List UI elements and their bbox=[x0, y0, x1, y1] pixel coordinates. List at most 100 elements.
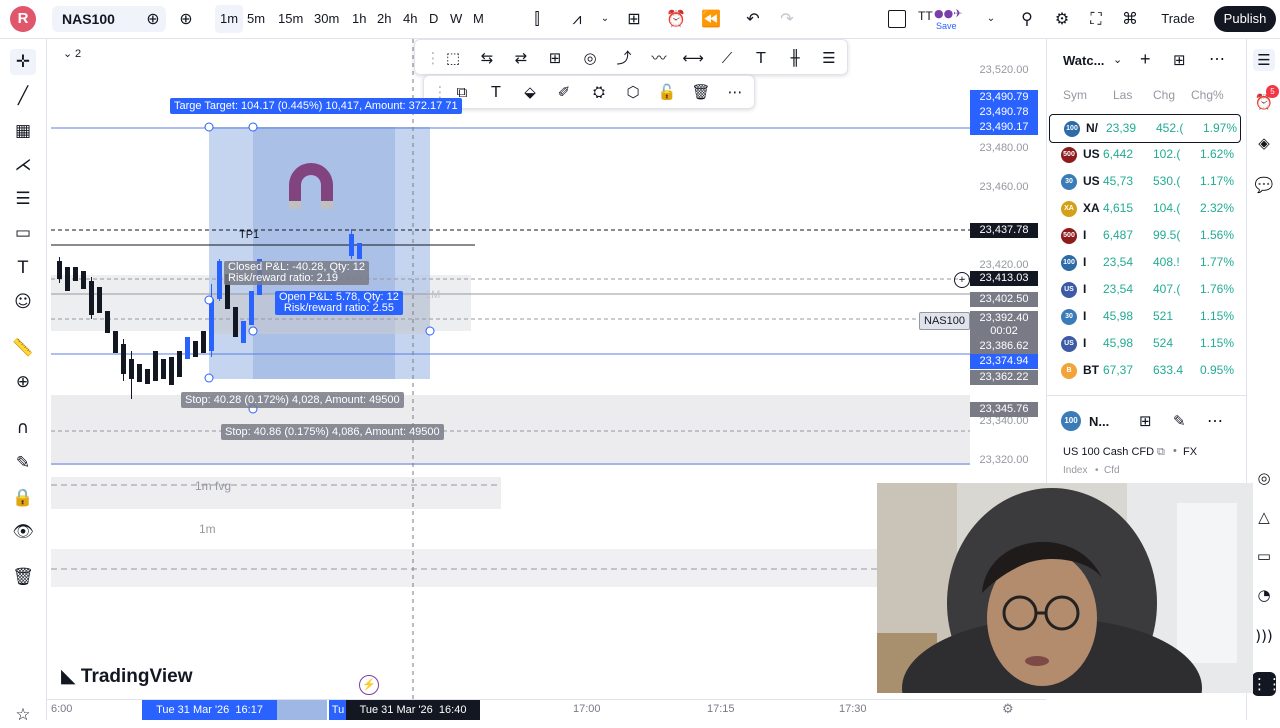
streams-icon[interactable]: ◔ bbox=[1253, 584, 1275, 606]
indicators-icon[interactable]: ⩘ bbox=[566, 5, 588, 33]
edit-icon[interactable]: ✎ bbox=[1173, 412, 1186, 430]
quick-search-icon[interactable]: ⚲ bbox=[1016, 5, 1038, 33]
geometric-shapes-icon[interactable]: ▭ bbox=[10, 220, 36, 246]
vertical-line-icon[interactable]: ╫ bbox=[783, 46, 807, 70]
target-label[interactable]: Targe Target: 104.17 (0.445%) 10,417, Am… bbox=[170, 98, 462, 114]
polyline-icon[interactable]: 〰 bbox=[647, 46, 671, 70]
drag-handle[interactable] bbox=[248, 326, 258, 336]
stop-label-2[interactable]: Stop: 40.86 (0.175%) 4,086, Amount: 4950… bbox=[221, 424, 444, 440]
hexagon-icon[interactable]: ⬡ bbox=[621, 80, 645, 104]
broadcast-icon[interactable]: ))) bbox=[1253, 625, 1275, 647]
drag-handle[interactable] bbox=[204, 373, 214, 383]
timeframe-w[interactable]: W bbox=[445, 5, 467, 33]
alert-icon[interactable]: ⏰ bbox=[665, 5, 687, 33]
watchlist-title[interactable]: Watc... bbox=[1063, 53, 1104, 68]
grid-tool-icon[interactable]: ⊞ bbox=[543, 46, 567, 70]
axis-settings-icon[interactable]: ⚙ bbox=[1002, 702, 1014, 717]
lock-icon[interactable]: 🔓 bbox=[655, 80, 679, 104]
column-chg-pct[interactable]: Chg% bbox=[1191, 88, 1224, 102]
rectangle-tool-icon[interactable]: ⬚ bbox=[441, 46, 465, 70]
collapse-chevron-icon[interactable]: ⌄ bbox=[63, 47, 72, 60]
settings-icon[interactable]: ⛭ bbox=[587, 80, 611, 104]
chevron-down-icon[interactable]: ⌄ bbox=[984, 5, 998, 33]
fullscreen-icon[interactable]: ⛶ bbox=[1085, 5, 1107, 33]
drag-handle[interactable] bbox=[204, 122, 214, 132]
trash-icon[interactable]: 🗑 bbox=[10, 564, 36, 590]
timeframe-15m[interactable]: 15m bbox=[273, 5, 308, 33]
timeframe-4h[interactable]: 4h bbox=[398, 5, 422, 33]
templates-icon[interactable]: ⊞ bbox=[623, 5, 645, 33]
chevron-down-icon[interactable]: ⌄ bbox=[598, 5, 612, 33]
more-lines-icon[interactable]: ☰ bbox=[817, 46, 841, 70]
camera-icon[interactable]: ⌘ bbox=[1119, 5, 1141, 33]
watchlist-row[interactable]: XA XA 4,615 104.(2.32% bbox=[1047, 195, 1242, 222]
apps-menu-icon[interactable]: ⋮⋮ bbox=[1252, 672, 1280, 696]
path-tool-icon[interactable]: ⤴ bbox=[612, 46, 636, 70]
chart-canvas[interactable] bbox=[47, 39, 970, 699]
target-icon[interactable]: ◎ bbox=[1253, 467, 1275, 489]
range-start-label[interactable]: Tue 31 Mar '26 16:17 bbox=[142, 700, 277, 720]
watchlist-row[interactable]: US I 23,54 407.(1.76% bbox=[1047, 276, 1242, 303]
zoom-in-icon[interactable]: ⊕ bbox=[10, 369, 36, 395]
crosshair-icon[interactable]: ✛ bbox=[10, 49, 36, 75]
watchlist-icon[interactable]: ☰ bbox=[1253, 49, 1275, 71]
chart-pane[interactable]: ⋮ ⬚ ⇆ ⇄ ⊞ ◎ ⤴ 〰 ⟷ ⟋ T ╫ ☰ ⋮ ⧉ T ⬙ ✐ ⛭ ⬡ … bbox=[47, 39, 970, 699]
user-avatar[interactable]: R bbox=[10, 6, 36, 32]
layers-icon[interactable]: ◈ bbox=[1253, 132, 1275, 154]
fill-color-icon[interactable]: ⬙ bbox=[518, 80, 542, 104]
more-icon[interactable]: ⋯ bbox=[723, 80, 747, 104]
timeframe-5m[interactable]: 5m bbox=[242, 5, 270, 33]
long-position-icon[interactable]: ⇆ bbox=[475, 46, 499, 70]
replay-icon[interactable]: ⏪ bbox=[700, 5, 722, 33]
ray-icon[interactable]: ⟋ bbox=[715, 46, 739, 70]
timeframe-d[interactable]: D bbox=[424, 5, 443, 33]
emoji-icon[interactable]: ☺ bbox=[10, 289, 36, 315]
symbol-name[interactable]: NAS100 bbox=[62, 6, 115, 32]
open-pl-label[interactable]: Open P&L: 5.78, Qty: 12 Risk/reward rati… bbox=[275, 291, 403, 315]
symbol-compare-icon[interactable]: ⊕ bbox=[145, 5, 161, 33]
column-last[interactable]: Las bbox=[1113, 88, 1132, 102]
timeframe-30m[interactable]: 30m bbox=[309, 5, 344, 33]
save-label[interactable]: Save bbox=[936, 21, 957, 31]
trade-button[interactable]: Trade bbox=[1152, 6, 1204, 32]
lightning-icon[interactable]: ⚡ bbox=[359, 675, 379, 695]
magnet-icon[interactable]: ∩ bbox=[10, 415, 36, 441]
advanced-view-icon[interactable]: ⊞ bbox=[1173, 51, 1186, 69]
stay-in-drawing-icon[interactable]: ✎ bbox=[10, 450, 36, 476]
more-icon[interactable]: ⋯ bbox=[1207, 411, 1223, 431]
trend-line-icon[interactable]: ╱ bbox=[10, 83, 36, 109]
column-chg[interactable]: Chg bbox=[1153, 88, 1175, 102]
publish-button[interactable]: Publish bbox=[1214, 6, 1276, 32]
undo-icon[interactable]: ↶ bbox=[742, 5, 764, 33]
watchlist-row[interactable]: 100 N/23,39 452.(1.97% bbox=[1049, 114, 1241, 143]
prediction-icon[interactable]: ☰ bbox=[10, 186, 36, 212]
grid-icon[interactable]: ⊞ bbox=[1139, 412, 1152, 430]
circle-tool-icon[interactable]: ◎ bbox=[578, 46, 602, 70]
legend-count[interactable]: 2 bbox=[75, 48, 81, 60]
watchlist-row[interactable]: 100 I 23,54 408.! 1.77% bbox=[1047, 249, 1242, 276]
timeframe-1h[interactable]: 1h bbox=[347, 5, 371, 33]
more-icon[interactable]: ⋯ bbox=[1209, 49, 1225, 69]
star-icon[interactable]: ☆ bbox=[10, 702, 36, 728]
drag-handle[interactable] bbox=[204, 295, 214, 305]
stop-label-1[interactable]: Stop: 40.28 (0.172%) 4,028, Amount: 4950… bbox=[181, 392, 404, 408]
add-symbol-icon[interactable]: ⊕ bbox=[176, 5, 196, 33]
bar-style-icon[interactable]: ⫿ bbox=[527, 5, 547, 33]
watchlist-row[interactable]: 30 US 45,73 530.(1.17% bbox=[1047, 168, 1242, 195]
watchlist-row[interactable]: B BT 67,37 633.4 0.95% bbox=[1047, 357, 1242, 384]
layout-name[interactable]: TT bbox=[918, 2, 933, 30]
text-format-icon[interactable]: T bbox=[484, 80, 508, 104]
fib-retracement-icon[interactable]: ▦ bbox=[10, 118, 36, 144]
add-symbol-icon[interactable]: + bbox=[1140, 49, 1151, 70]
pattern-icon[interactable]: ⋌ bbox=[10, 152, 36, 178]
redo-icon[interactable]: ↷ bbox=[776, 5, 798, 33]
watchlist-row[interactable]: 30 I 45,98 521 1.15% bbox=[1047, 303, 1242, 330]
text-icon[interactable]: T bbox=[749, 46, 773, 70]
add-alert-icon[interactable]: + bbox=[954, 272, 970, 288]
settings-icon[interactable]: ⚙ bbox=[1051, 5, 1073, 33]
timeframe-2h[interactable]: 2h bbox=[372, 5, 396, 33]
time-axis[interactable]: 6:00 Tue 31 Mar '26 16:17 Tu Tue 31 Mar … bbox=[47, 699, 1046, 721]
ideas-icon[interactable]: △ bbox=[1253, 506, 1275, 528]
chevron-down-icon[interactable]: ⌄ bbox=[1113, 53, 1122, 66]
text-tool-icon[interactable]: T bbox=[10, 255, 36, 281]
